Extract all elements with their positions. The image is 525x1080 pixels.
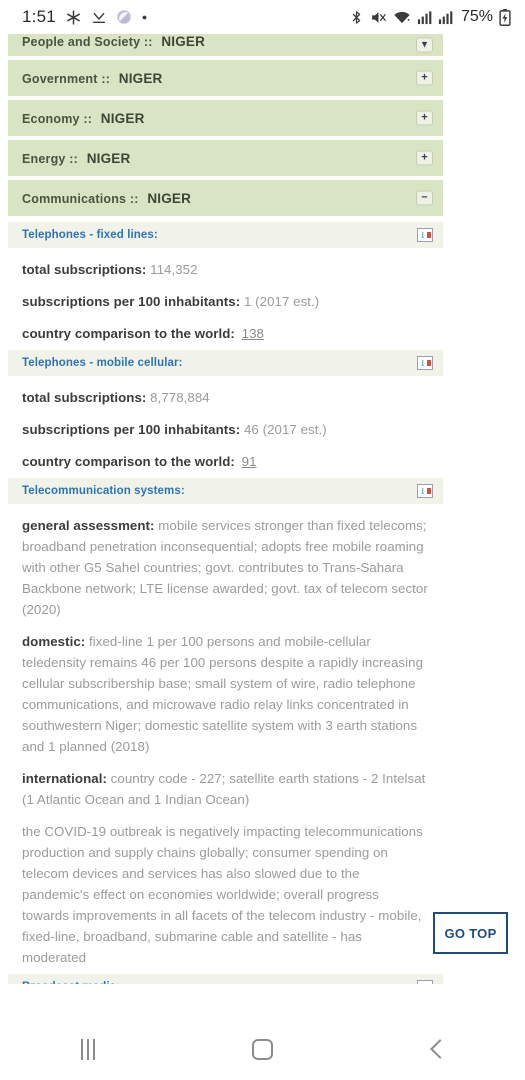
field-row: country comparison to the world: 138 (22, 323, 429, 344)
field-heading-label: Telephones - mobile cellular: (22, 357, 183, 369)
field-row: subscriptions per 100 inhabitants: 1 (20… (22, 291, 429, 312)
field-row: general assessment: mobile services stro… (22, 515, 429, 620)
field-header-telecommunication-systems[interactable]: Telecommunication systems: I (8, 478, 443, 504)
field-info-image-icon[interactable]: I (417, 356, 433, 370)
row-value: 114,352 (150, 262, 198, 277)
category-label-energy: Energy :: NIGER (22, 151, 130, 166)
field-row: subscriptions per 100 inhabitants: 46 (2… (22, 419, 429, 440)
webpage-scroll-area[interactable]: People and Society :: NIGER ▾ Government… (0, 34, 525, 1018)
field-info-image-icon[interactable]: I (417, 228, 433, 242)
row-label: domestic: (22, 634, 86, 649)
category-name-text: Economy (22, 111, 80, 126)
field-header-telephones-mobile-cellular[interactable]: Telephones - mobile cellular: I (8, 350, 443, 376)
field-heading-label: Telephones - fixed lines: (22, 229, 158, 241)
back-icon (430, 1039, 450, 1059)
category-toggle-energy[interactable]: + (416, 150, 433, 166)
category-country-text: NIGER (100, 110, 145, 126)
android-status-bar: 1:51 75% (0, 0, 525, 34)
svg-text:I: I (422, 359, 425, 368)
category-toggle-economy[interactable]: + (416, 110, 433, 126)
row-value: 8,778,884 (150, 390, 210, 405)
nav-home-button[interactable] (228, 1024, 298, 1074)
row-label: country comparison to the world: (22, 454, 235, 469)
category-toggle-communications[interactable]: − (416, 190, 433, 206)
category-bar-government[interactable]: Government :: NIGER + (8, 60, 443, 96)
country-comparison-rank-link[interactable]: 138 (242, 326, 264, 341)
row-label: total subscriptions: (22, 390, 147, 405)
status-clock: 1:51 (22, 7, 56, 26)
field-info-image-icon[interactable]: I (417, 484, 433, 498)
go-top-button[interactable]: GO TOP (433, 912, 508, 954)
field-row: total subscriptions: 114,352 (22, 259, 429, 280)
android-navigation-bar (0, 1018, 525, 1080)
nav-back-button[interactable] (403, 1024, 473, 1074)
category-separator: :: (83, 111, 93, 126)
svg-text:I: I (422, 231, 425, 240)
field-body-telephones-mobile-cellular: total subscriptions: 8,778,884 subscript… (8, 387, 443, 472)
row-value: the COVID-19 outbreak is negatively impa… (22, 824, 423, 965)
row-value: 46 (2017 est.) (243, 422, 327, 437)
field-body-telecommunication-systems: general assessment: mobile services stro… (8, 515, 443, 968)
category-label-economy: Economy :: NIGER (22, 111, 145, 126)
field-heading-label: Telecommunication systems: (22, 485, 185, 497)
category-bar-economy[interactable]: Economy :: NIGER + (8, 100, 443, 136)
row-label: international: (22, 771, 107, 786)
row-value: fixed-line 1 per 100 persons and mobile-… (22, 634, 424, 754)
asterisk-icon (65, 9, 82, 26)
category-separator: :: (101, 71, 111, 86)
category-label-communications: Communications :: NIGER (22, 191, 191, 206)
country-comparison-rank-link[interactable]: 91 (242, 454, 257, 469)
field-row-covid-note: the COVID-19 outbreak is negatively impa… (22, 821, 429, 968)
battery-charging-icon (499, 8, 511, 26)
svg-text:I: I (422, 487, 425, 496)
recents-icon (80, 1038, 95, 1060)
category-name-text: Communications (22, 191, 127, 206)
row-label: country comparison to the world: (22, 326, 235, 341)
do-not-disturb-icon (116, 9, 132, 25)
category-country-text: NIGER (147, 190, 192, 206)
category-country-text: NIGER (86, 150, 131, 166)
field-row: country comparison to the world: 91 (22, 451, 429, 472)
wifi-icon (393, 9, 411, 25)
category-label-government: Government :: NIGER (22, 71, 163, 86)
row-label: general assessment: (22, 518, 155, 533)
viewport-bottom-mask (0, 984, 525, 1018)
signal-sim1-icon (417, 10, 432, 25)
category-bar-people-and-society[interactable]: People and Society :: NIGER ▾ (8, 34, 443, 56)
battery-percentage-label: 75% (460, 8, 493, 25)
category-name-text: Energy (22, 151, 66, 166)
field-header-telephones-fixed-lines[interactable]: Telephones - fixed lines: I (8, 222, 443, 248)
category-separator: :: (129, 191, 139, 206)
category-bar-communications[interactable]: Communications :: NIGER − (8, 180, 443, 216)
field-row: domestic: fixed-line 1 per 100 persons a… (22, 631, 429, 757)
category-name-text: Government (22, 71, 98, 86)
status-bar-left-group: 1:51 (22, 7, 148, 27)
dot-icon (141, 14, 148, 21)
field-body-telephones-fixed-lines: total subscriptions: 114,352 subscriptio… (8, 259, 443, 344)
nav-recents-button[interactable] (53, 1024, 123, 1074)
bluetooth-icon (349, 9, 364, 26)
row-label: total subscriptions: (22, 262, 147, 277)
category-country-text: NIGER (161, 34, 206, 49)
category-label-people-and-society: People and Society :: NIGER (22, 34, 205, 49)
row-label: subscriptions per 100 inhabitants: (22, 294, 241, 309)
mute-icon (370, 9, 387, 26)
status-bar-right-group: 75% (349, 8, 511, 26)
category-bar-energy[interactable]: Energy :: NIGER + (8, 140, 443, 176)
download-complete-icon (91, 9, 107, 25)
category-name-text: People and Society (22, 35, 141, 49)
factbook-content-column: People and Society :: NIGER ▾ Government… (8, 34, 443, 1018)
category-toggle-people-and-society[interactable]: ▾ (416, 37, 433, 53)
field-row: total subscriptions: 8,778,884 (22, 387, 429, 408)
category-toggle-government[interactable]: + (416, 70, 433, 86)
signal-sim2-icon (438, 10, 453, 25)
home-icon (252, 1038, 273, 1060)
field-row: international: country code - 227; satel… (22, 768, 429, 810)
row-value: 1 (2017 est.) (243, 294, 320, 309)
row-label: subscriptions per 100 inhabitants: (22, 422, 241, 437)
category-separator: :: (69, 151, 78, 166)
category-separator: :: (143, 35, 153, 49)
category-country-text: NIGER (118, 70, 163, 86)
